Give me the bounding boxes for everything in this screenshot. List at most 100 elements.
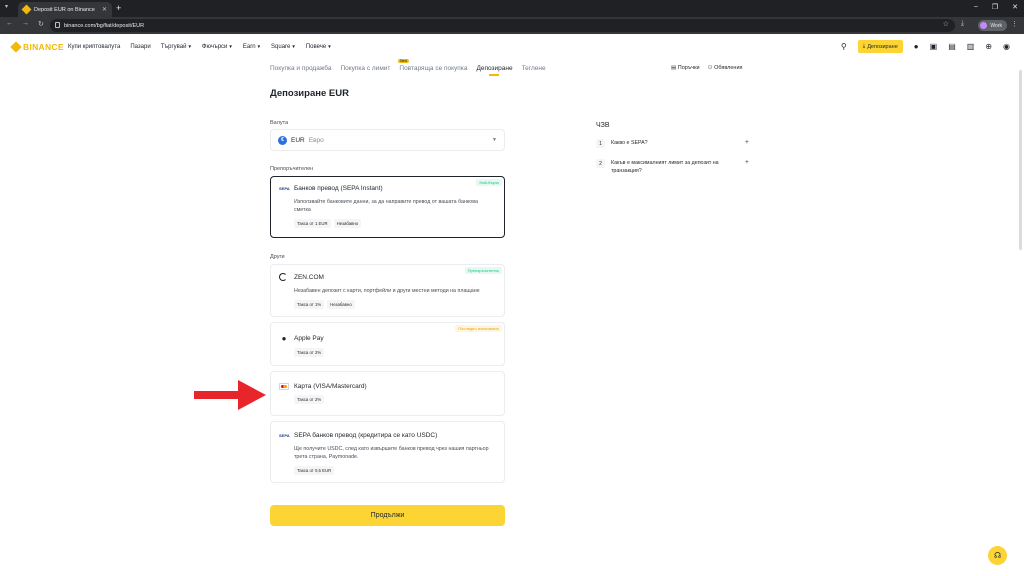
nav-earn[interactable]: Earn▼ <box>243 44 261 50</box>
currency-code: EUR <box>291 136 305 144</box>
speed-chip: Незабавно <box>327 300 355 309</box>
header-deposit-label: Депозиране <box>867 43 898 50</box>
binance-logo[interactable]: BINANCE <box>10 41 64 53</box>
minimize-icon[interactable]: – <box>974 3 978 11</box>
url-input[interactable]: binance.com/bg/fiat/deposit/EUR <box>50 19 955 32</box>
back-icon[interactable]: ← <box>6 20 13 28</box>
orders-link[interactable]: ▤ Поръчки <box>671 65 700 71</box>
tab-recurring-buy[interactable]: Повтаряща се покупка <box>399 65 467 72</box>
method-title: Карта (VISA/Mastercard) <box>294 383 367 390</box>
close-window-icon[interactable]: ✕ <box>1012 3 1018 11</box>
close-tab-icon[interactable]: ✕ <box>102 6 107 13</box>
expand-plus-icon[interactable]: + <box>745 139 749 148</box>
orders-ads-links: ▤ Поръчки ⚇ Обявления <box>671 65 743 71</box>
avatar <box>980 22 988 29</box>
nav-markets[interactable]: Пазари <box>130 44 150 50</box>
red-arrow-annotation-icon <box>194 380 266 410</box>
faq-item[interactable]: 2 Какъв е максималният лимит за депозит … <box>596 159 749 175</box>
site-info-icon[interactable] <box>55 22 60 28</box>
method-card-visa-mastercard[interactable]: Карта (VISA/Mastercard) Такса от 2% <box>270 371 505 416</box>
method-card-sepa-usdc[interactable]: SEPA SEPA банков превод (кредитира се ка… <box>270 421 505 483</box>
expand-plus-icon[interactable]: + <box>745 159 749 175</box>
apple-icon: ● <box>281 334 287 343</box>
browser-tab[interactable]: Deposit EUR on Binance ✕ <box>18 2 112 17</box>
method-card-apple-pay[interactable]: Последно използвано ● Apple Pay Такса от… <box>270 322 505 366</box>
address-bar-row: ← → ↻ binance.com/bg/fiat/deposit/EUR ☆ … <box>0 17 1024 34</box>
chevron-down-icon: ▼ <box>492 137 497 143</box>
binance-logo-icon <box>10 41 22 53</box>
support-chat-icon[interactable]: ☊ <box>988 546 1007 565</box>
tab-deposit[interactable]: Депозиране <box>476 65 513 76</box>
forward-icon[interactable]: → <box>22 20 29 28</box>
bookmark-star-icon[interactable]: ☆ <box>943 20 949 28</box>
method-description: Ще получите USDC, след като извършите ба… <box>294 446 489 460</box>
ads-link[interactable]: ⚇ Обявления <box>708 65 743 71</box>
theme-toggle-icon[interactable]: ◉ <box>1003 42 1010 51</box>
tab-buy-sell[interactable]: Покупка и продажба <box>270 65 331 72</box>
faq-question: Какво е SEPA? <box>611 140 648 146</box>
page-title: Депозиране EUR <box>270 88 349 99</box>
method-card-zen[interactable]: Препоръчително ZEN.COM Незабавен депозит… <box>270 264 505 317</box>
download-icon[interactable]: ⤓ <box>961 20 964 28</box>
browser-menu-icon[interactable]: ⋮ <box>1011 20 1018 28</box>
logo-text: BINANCE <box>23 42 64 52</box>
currency-label: Валута <box>270 120 289 126</box>
chevron-down-icon: ▼ <box>256 44 262 49</box>
nav-buttons: ← → ↻ <box>6 20 44 28</box>
method-card-sepa-instant[interactable]: Най-бързо SEPA Банков превод (SEPA Insta… <box>270 176 505 238</box>
site-header: BINANCE Купи криптовалута Пазари Търгува… <box>0 34 1024 62</box>
messages-icon[interactable]: ▤ <box>948 42 956 51</box>
user-icon[interactable]: ● <box>914 42 919 51</box>
zen-logo-icon <box>279 273 287 281</box>
faq-number: 2 <box>596 159 605 168</box>
fastest-badge: Най-бързо <box>476 179 502 186</box>
download-app-icon[interactable]: ▥ <box>967 42 975 51</box>
ads-icon: ⚇ <box>707 65 713 71</box>
method-title: Банков превод (SEPA Instant) <box>294 185 383 192</box>
chevron-down-icon: ▼ <box>327 44 332 49</box>
faq-title: ЧЗВ <box>596 122 610 129</box>
euro-coin-icon: € <box>278 135 287 145</box>
orders-icon: ▤ <box>671 65 677 71</box>
method-title: ZEN.COM <box>294 273 324 281</box>
tab-withdraw[interactable]: Теглене <box>522 65 546 72</box>
new-tab-icon[interactable]: + <box>116 3 121 13</box>
nav-square[interactable]: Square▼ <box>271 44 296 50</box>
chevron-down-icon: ▼ <box>291 44 296 49</box>
nav-futures[interactable]: Фючърси▼ <box>202 44 233 50</box>
url-text: binance.com/bg/fiat/deposit/EUR <box>64 22 145 29</box>
others-label: Други <box>270 254 285 260</box>
globe-icon[interactable]: ⊕ <box>985 42 992 51</box>
scrollbar[interactable] <box>1019 70 1022 250</box>
faq-question: Какъв е максималният лимит за депозит на… <box>611 160 719 174</box>
continue-button[interactable]: Продължи <box>270 505 505 526</box>
profile-label: Work <box>990 22 1002 29</box>
tab-search-icon[interactable]: ▾ <box>5 3 8 10</box>
faq-item[interactable]: 1 Какво е SEPA? + <box>596 139 749 148</box>
nav-trade[interactable]: Търгувай▼ <box>161 44 192 50</box>
browser-tabstrip: ▾ Deposit EUR on Binance ✕ + – ❐ ✕ <box>0 0 1024 17</box>
currency-select[interactable]: € EUR Евро ▼ <box>270 129 505 151</box>
nav-more[interactable]: Повече▼ <box>306 44 332 50</box>
chevron-down-icon: ▼ <box>187 44 192 49</box>
tab-title: Deposit EUR on Binance <box>34 6 95 13</box>
fiat-subtabs: Покупка и продажба Покупка с лимит Повта… <box>270 65 546 76</box>
wallet-icon[interactable]: ▣ <box>930 42 938 51</box>
fee-chip: Такса от 2% <box>294 348 325 357</box>
recommended-badge: Препоръчително <box>464 267 502 274</box>
fee-chip: Такса от 0,5 EUR <box>294 466 335 475</box>
sepa-icon: SEPA <box>279 433 290 438</box>
credit-card-icon <box>279 383 289 390</box>
maximize-icon[interactable]: ❐ <box>992 3 998 11</box>
search-icon[interactable]: ⚲ <box>841 42 847 51</box>
reload-icon[interactable]: ↻ <box>38 20 44 28</box>
tab-limit-buy[interactable]: Покупка с лимит <box>340 65 390 72</box>
profile-button[interactable]: Work <box>978 20 1007 31</box>
last-used-badge: Последно използвано <box>455 325 502 332</box>
chevron-down-icon: ▼ <box>228 44 233 49</box>
nav-buy-crypto[interactable]: Купи криптовалута <box>68 44 120 50</box>
faq-number: 1 <box>596 139 605 148</box>
header-deposit-button[interactable]: ⤓ Депозиране <box>857 40 903 53</box>
sepa-icon: SEPA <box>279 186 290 191</box>
currency-name: Евро <box>308 136 324 144</box>
